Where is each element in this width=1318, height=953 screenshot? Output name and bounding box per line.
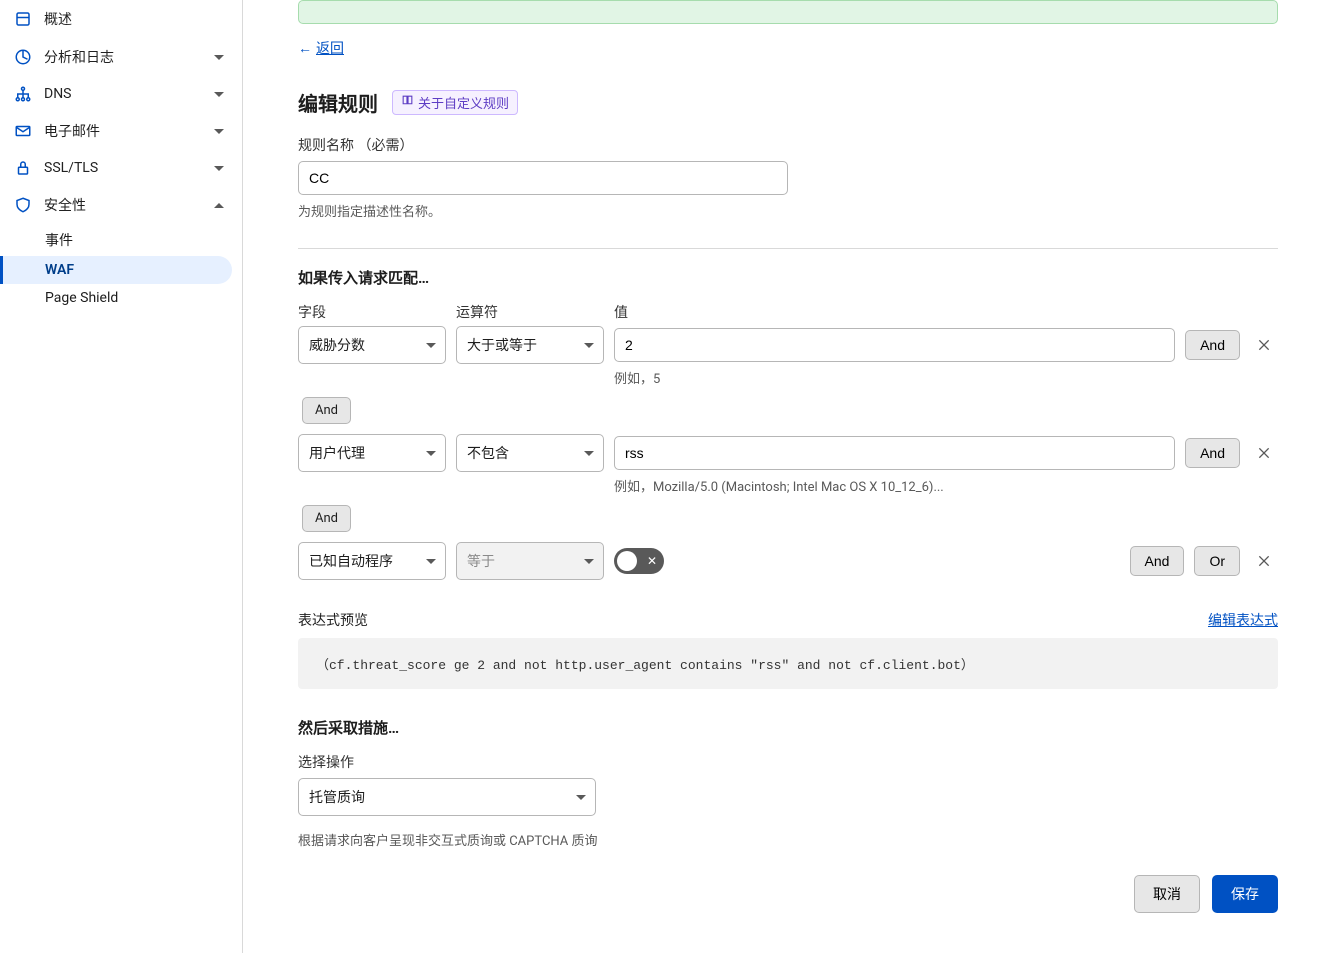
back-arrow-icon: ←	[298, 40, 312, 57]
sidebar-item-label: 分析和日志	[44, 47, 228, 67]
toggle-knob	[617, 551, 637, 571]
header-operator: 运算符	[456, 302, 604, 322]
sidebar-item-ssl[interactable]: SSL/TLS	[0, 150, 242, 186]
close-icon	[1256, 553, 1272, 569]
value-input[interactable]	[614, 328, 1175, 362]
operator-select: 等于	[456, 542, 604, 580]
sidebar-item-label: 安全性	[44, 195, 228, 215]
success-banner	[298, 0, 1278, 24]
value-example: 例如，Mozilla/5.0 (Macintosh; Intel Mac OS …	[614, 476, 1278, 495]
remove-row-button[interactable]	[1250, 439, 1278, 467]
expression-preview: （cf.threat_score ge 2 and not http.user_…	[298, 638, 1278, 689]
toggle-off-icon: ✕	[647, 555, 657, 567]
sidebar-subitem-label: WAF	[45, 262, 74, 278]
about-custom-rules-link[interactable]: 关于自定义规则	[392, 90, 518, 115]
sidebar-item-label: 概述	[44, 9, 228, 29]
match-section-title: 如果传入请求匹配…	[298, 267, 1278, 288]
rule-name-label: 规则名称 （必需）	[298, 135, 1278, 155]
sidebar-subitem-pageshield[interactable]: Page Shield	[0, 284, 242, 312]
connector-label: And	[302, 397, 351, 424]
operator-select[interactable]: 大于或等于	[456, 326, 604, 364]
field-select-value: 已知自动程序	[298, 542, 446, 580]
dns-icon	[14, 85, 32, 103]
operator-select-value: 等于	[456, 542, 604, 580]
overview-icon	[14, 10, 32, 28]
rule-name-input[interactable]	[298, 161, 788, 195]
back-link[interactable]: ← 返回	[298, 38, 344, 58]
connector-label: And	[302, 505, 351, 532]
header-value: 值	[614, 302, 1278, 322]
connector: And	[298, 397, 1278, 424]
value-example: 例如，5	[614, 368, 1278, 387]
book-icon	[401, 94, 414, 111]
and-button[interactable]: And	[1185, 330, 1240, 360]
field-select[interactable]: 已知自动程序	[298, 542, 446, 580]
sidebar-item-label: DNS	[44, 86, 228, 102]
field-select[interactable]: 用户代理	[298, 434, 446, 472]
remove-row-button[interactable]	[1250, 331, 1278, 359]
sidebar-subitem-events[interactable]: 事件	[0, 224, 242, 256]
field-select[interactable]: 威胁分数	[298, 326, 446, 364]
field-select-value: 威胁分数	[298, 326, 446, 364]
operator-select[interactable]: 不包含	[456, 434, 604, 472]
action-select-value: 托管质询	[298, 778, 596, 816]
edit-expression-link[interactable]: 编辑表达式	[1208, 610, 1278, 630]
analytics-icon	[14, 48, 32, 66]
and-button[interactable]: And	[1185, 438, 1240, 468]
condition-headers: 字段 运算符 值	[298, 302, 1278, 322]
operator-select-value: 大于或等于	[456, 326, 604, 364]
sidebar-item-email[interactable]: 电子邮件	[0, 112, 242, 150]
lock-icon	[14, 159, 32, 177]
operator-select-value: 不包含	[456, 434, 604, 472]
value-input[interactable]	[614, 436, 1175, 470]
email-icon	[14, 122, 32, 140]
sidebar-item-overview[interactable]: 概述	[0, 0, 242, 38]
sidebar-item-label: SSL/TLS	[44, 160, 228, 176]
value-input-wrapper	[614, 328, 1175, 362]
field-select-value: 用户代理	[298, 434, 446, 472]
action-help-text: 根据请求向客户呈现非交互式质询或 CAPTCHA 质询	[298, 830, 1278, 849]
value-input-wrapper	[614, 436, 1175, 470]
condition-row: 威胁分数 大于或等于 And 例如，5	[298, 326, 1278, 387]
action-select-label: 选择操作	[298, 752, 1278, 772]
expression-preview-label: 表达式预览	[298, 610, 368, 630]
action-select[interactable]: 托管质询	[298, 778, 596, 816]
sidebar-item-security[interactable]: 安全性	[0, 186, 242, 224]
main-content: ← 返回 编辑规则 关于自定义规则 规则名称 （必需） 为规则指定描述性名称。 …	[243, 0, 1318, 953]
divider	[298, 248, 1278, 249]
condition-row: 已知自动程序 等于 ✕ And Or	[298, 542, 1278, 580]
shield-icon	[14, 196, 32, 214]
close-icon	[1256, 445, 1272, 461]
save-button[interactable]: 保存	[1212, 875, 1278, 913]
sidebar: 概述 分析和日志 DNS 电子邮件 SSL/TLS	[0, 0, 243, 953]
sidebar-subitem-label: Page Shield	[45, 290, 118, 306]
close-icon	[1256, 337, 1272, 353]
sidebar-item-label: 电子邮件	[44, 121, 228, 141]
header-field: 字段	[298, 302, 446, 322]
sidebar-item-analytics[interactable]: 分析和日志	[0, 38, 242, 76]
about-badge-label: 关于自定义规则	[418, 93, 509, 112]
back-link-label: 返回	[316, 38, 344, 58]
cancel-button[interactable]: 取消	[1134, 875, 1200, 913]
sidebar-subitem-waf[interactable]: WAF	[0, 256, 232, 284]
action-section-title: 然后采取措施…	[298, 717, 1278, 738]
sidebar-subitem-label: 事件	[45, 233, 73, 249]
and-button[interactable]: And	[1130, 546, 1185, 576]
condition-row: 用户代理 不包含 And 例如，Mozilla/5.0 (Macintosh; …	[298, 434, 1278, 495]
connector: And	[298, 505, 1278, 532]
sidebar-item-dns[interactable]: DNS	[0, 76, 242, 112]
page-title: 编辑规则	[298, 88, 378, 117]
rule-name-help: 为规则指定描述性名称。	[298, 201, 1278, 220]
value-toggle[interactable]: ✕	[614, 548, 664, 574]
or-button[interactable]: Or	[1194, 546, 1240, 576]
remove-row-button[interactable]	[1250, 547, 1278, 575]
